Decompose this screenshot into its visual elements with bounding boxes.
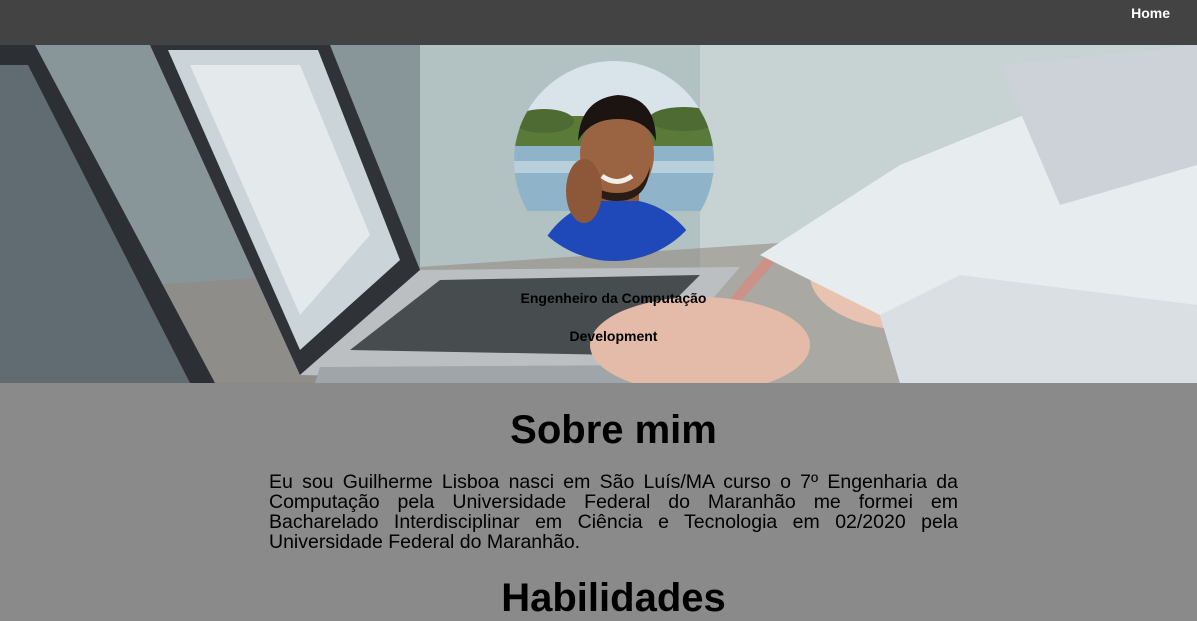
hero-role-text: Engenheiro da Computação	[520, 290, 707, 306]
about-title: Sobre mim	[510, 408, 717, 452]
profile-photo-image	[514, 61, 714, 261]
skills-title: Habilidades	[501, 576, 726, 620]
top-navbar: Home	[0, 0, 1197, 45]
nav-home-link[interactable]: Home	[1131, 5, 1170, 21]
profile-avatar	[514, 61, 714, 261]
hero-subtitle-text: Development	[569, 328, 658, 344]
hero-banner: Engenheiro da Computação Development	[0, 45, 1197, 383]
about-section: Sobre mim Eu sou Guilherme Lisboa nasci …	[0, 383, 1197, 620]
about-description: Eu sou Guilherme Lisboa nasci em São Luí…	[269, 471, 958, 553]
